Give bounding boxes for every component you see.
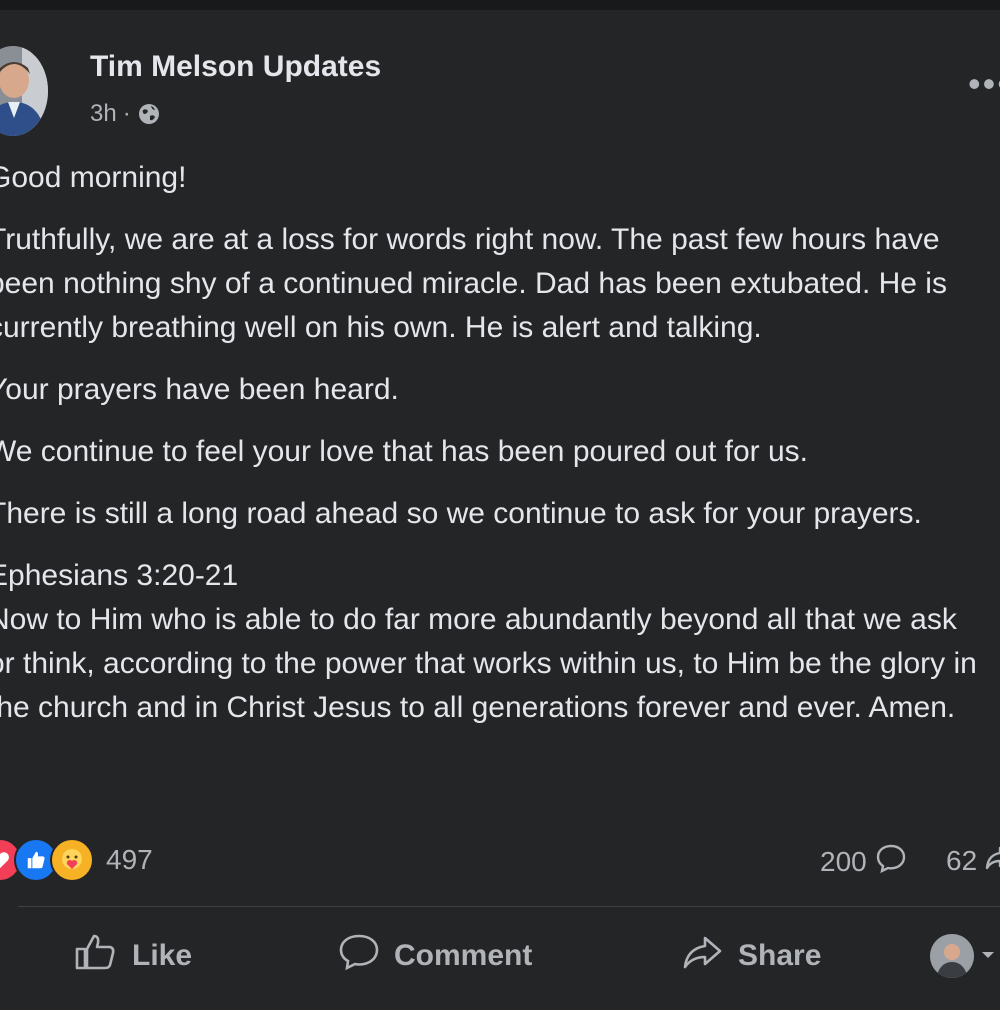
react-as-selector[interactable] bbox=[930, 926, 998, 986]
verse-text: Now to Him who is able to do far more ab… bbox=[0, 603, 977, 724]
post-paragraph: There is still a long road ahead so we c… bbox=[0, 497, 922, 530]
share-button[interactable]: Share bbox=[680, 926, 821, 986]
care-icon bbox=[50, 838, 94, 882]
verse-reference: Ephesians 3:20-21 bbox=[0, 559, 239, 592]
like-label: Like bbox=[132, 939, 193, 972]
verse-block: Ephesians 3:20-21 Now to Him who is able… bbox=[0, 554, 988, 730]
comments-count: 200 bbox=[820, 845, 867, 877]
post-meta: 3h · bbox=[90, 100, 161, 128]
share-icon bbox=[680, 932, 724, 980]
post-paragraph: We continue to feel your love that has b… bbox=[0, 435, 808, 468]
actions-divider bbox=[18, 906, 1000, 907]
comment-button[interactable]: Comment bbox=[338, 926, 532, 986]
shares-count: 62 bbox=[946, 844, 978, 876]
post-actions: Like Comment Share bbox=[0, 926, 1000, 986]
comment-icon bbox=[338, 932, 380, 980]
share-label: Share bbox=[738, 939, 822, 972]
comment-label: Comment bbox=[394, 939, 533, 972]
thumbs-up-icon bbox=[74, 932, 118, 980]
reactions-summary[interactable]: 497 bbox=[0, 838, 153, 882]
post-timestamp[interactable]: 3h bbox=[90, 100, 117, 128]
like-button[interactable]: Like bbox=[74, 926, 192, 986]
author-avatar[interactable] bbox=[0, 46, 48, 136]
post-paragraph: Your prayers have been heard. bbox=[0, 373, 399, 406]
post-paragraph: Good morning! bbox=[0, 161, 187, 194]
comment-bubble-icon bbox=[875, 842, 907, 881]
avatar-photo-icon bbox=[0, 46, 48, 136]
share-arrow-icon bbox=[983, 842, 1000, 879]
post-card: Tim Melson Updates 3h · ••• Good morning… bbox=[0, 10, 1000, 1010]
chevron-down-icon bbox=[978, 939, 998, 973]
shares-count-link[interactable]: 62 bbox=[946, 842, 1000, 879]
meta-separator: · bbox=[122, 100, 131, 127]
reactions-count: 497 bbox=[106, 844, 153, 875]
post-paragraph: Truthfully, we are at a loss for words r… bbox=[0, 223, 947, 344]
more-options-button[interactable]: ••• bbox=[968, 66, 1000, 102]
comments-count-link[interactable]: 200 bbox=[820, 842, 907, 881]
post-author-name[interactable]: Tim Melson Updates bbox=[90, 50, 381, 84]
post-body: Good morning! Truthfully, we are at a lo… bbox=[0, 156, 988, 730]
globe-icon[interactable] bbox=[137, 102, 161, 126]
user-avatar bbox=[930, 934, 974, 978]
